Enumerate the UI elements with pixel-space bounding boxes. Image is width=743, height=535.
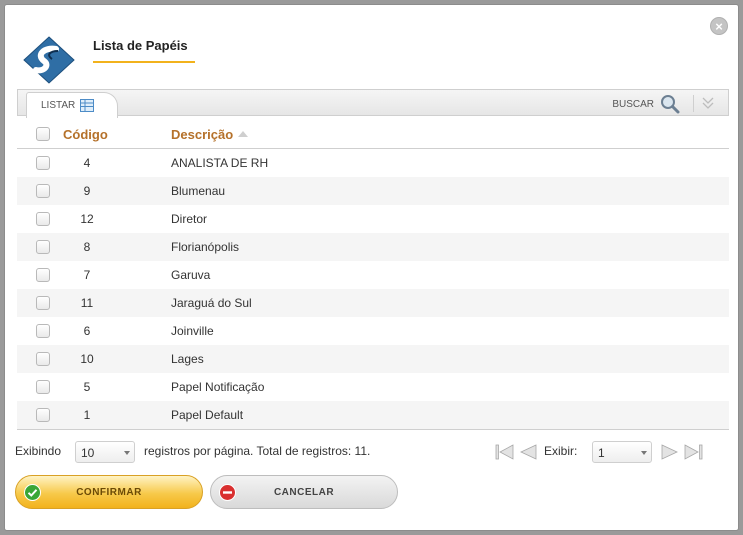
page-select[interactable]: 1 [592,441,652,463]
first-page-icon[interactable] [495,443,515,461]
search-icon[interactable] [660,94,680,114]
table-row[interactable]: 10 Lages [17,345,729,373]
showing-label: Exibindo [15,444,62,458]
dialog-window: × Lista de Papéis LISTAR BUSCAR Código D… [4,4,739,531]
minus-circle-icon [219,484,236,501]
row-code: 1 [83,408,91,422]
table-row[interactable]: 11 Jaraguá do Sul [17,289,729,317]
title-underline [93,61,195,63]
row-description: Papel Default [171,408,244,422]
roles-table: Código Descrição 4 ANALISTA DE RH 9 Blumena… [17,119,729,429]
row-description: ANALISTA DE RH [171,156,269,170]
confirm-button[interactable]: CONFIRMAR [15,475,203,509]
row-description: Papel Notificação [171,380,265,394]
chevron-down-icon [124,451,130,455]
row-code: 12 [80,212,94,226]
page-size-value: 10 [81,446,95,460]
row-checkbox[interactable] [36,408,50,422]
table-row[interactable]: 7 Garuva [17,261,729,289]
row-checkbox[interactable] [36,352,50,366]
table-header: Código Descrição [17,119,729,149]
previous-page-icon[interactable] [518,443,538,461]
row-description: Jaraguá do Sul [171,296,252,310]
confirm-button-label: CONFIRMAR [76,487,142,498]
column-header-description[interactable]: Descrição [171,127,249,142]
page-value: 1 [598,446,605,460]
page-size-select[interactable]: 10 [75,441,135,463]
app-logo [23,36,75,84]
footer-divider [17,429,729,430]
row-checkbox[interactable] [36,184,50,198]
table-row[interactable]: 4 ANALISTA DE RH [17,149,729,177]
column-header-code[interactable]: Código [63,127,108,142]
toolbar-separator [693,95,694,112]
tab-listar-label: LISTAR [41,100,76,112]
row-description: Lages [171,352,204,366]
show-page-label: Exibir: [544,444,578,458]
table-row[interactable]: 8 Florianópolis [17,233,729,261]
table-row[interactable]: 6 Joinville [17,317,729,345]
row-description: Florianópolis [171,240,240,254]
row-code: 5 [83,380,91,394]
table-row[interactable]: 9 Blumenau [17,177,729,205]
row-description: Garuva [171,268,211,282]
check-icon [24,484,41,501]
sort-ascending-icon [238,130,249,137]
row-description: Blumenau [171,184,226,198]
row-code: 10 [80,352,94,366]
row-description: Joinville [171,324,214,338]
table-row[interactable]: 1 Papel Default [17,401,729,429]
cancel-button[interactable]: CANCELAR [210,475,398,509]
tab-listar[interactable]: LISTAR [26,92,118,118]
row-checkbox[interactable] [36,156,50,170]
grid-icon [80,99,95,112]
column-header-description-label: Descrição [171,127,234,142]
table-row[interactable]: 5 Papel Notificação [17,373,729,401]
table-row[interactable]: 12 Diretor [17,205,729,233]
row-description: Diretor [171,212,208,226]
close-icon[interactable]: × [710,17,728,35]
row-checkbox[interactable] [36,380,50,394]
row-code: 7 [83,268,91,282]
dialog-title: Lista de Papéis [93,38,188,53]
next-page-icon[interactable] [660,443,680,461]
search-label[interactable]: BUSCAR [612,99,654,110]
table-body: 4 ANALISTA DE RH 9 Blumenau 12 Diretor 8 Floria… [17,149,729,429]
chevron-double-down-icon[interactable] [701,96,715,110]
row-checkbox[interactable] [36,268,50,282]
row-code: 8 [83,240,91,254]
row-code: 6 [83,324,91,338]
row-code: 11 [80,296,94,310]
row-code: 4 [83,156,91,170]
cancel-button-label: CANCELAR [273,487,335,498]
pagination-bar: Exibindo 10 registros por página. Total … [5,431,740,471]
select-all-checkbox[interactable] [36,127,50,141]
toolbar: LISTAR BUSCAR [17,89,729,118]
row-checkbox[interactable] [36,212,50,226]
row-checkbox[interactable] [36,296,50,310]
row-code: 9 [83,184,91,198]
row-checkbox[interactable] [36,324,50,338]
chevron-down-icon [641,451,647,455]
row-checkbox[interactable] [36,240,50,254]
last-page-icon[interactable] [683,443,703,461]
records-summary: registros por página. Total de registros… [144,444,371,458]
